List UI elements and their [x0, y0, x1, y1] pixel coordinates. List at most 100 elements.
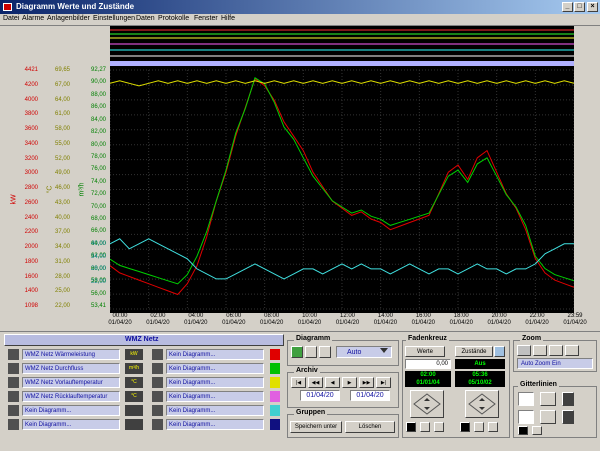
axis-kw-tick: 3600	[24, 126, 38, 132]
zoom-in-icon[interactable]	[549, 345, 563, 356]
axis-degc-label: °C	[46, 185, 54, 194]
print-icon[interactable]	[305, 346, 317, 358]
crosshair-down-icon[interactable]	[420, 422, 430, 432]
delete-button[interactable]: Löschen	[345, 421, 395, 433]
crosshair-right-icon-2[interactable]	[488, 422, 498, 432]
menu-bar: Datei Alarme Anlagenbilder Einstellungen…	[0, 14, 600, 26]
channel-name[interactable]: Kein Diagramm...	[166, 377, 264, 388]
chart-svg[interactable]	[109, 26, 575, 313]
channel-menu-icon[interactable]	[8, 377, 19, 388]
channel-color-swatch[interactable]	[270, 363, 280, 374]
grid-color-1[interactable]	[562, 392, 574, 406]
auto-zoom-select[interactable]: Auto Zoom Ein	[517, 358, 593, 369]
axis-kw-tick: 4421	[24, 67, 38, 73]
menu-hilfe[interactable]: Hilfe	[221, 15, 235, 22]
grid-style-1-icon[interactable]	[518, 392, 534, 406]
channel-menu-icon[interactable]	[152, 377, 163, 388]
channel-color-swatch[interactable]	[270, 405, 280, 416]
channel-color-swatch[interactable]	[270, 349, 280, 360]
zoom-hand-icon[interactable]	[565, 345, 579, 356]
axis-m3h-tick: 74,00	[90, 178, 106, 185]
channel-color-swatch[interactable]	[270, 377, 280, 388]
channel-name[interactable]: Kein Diagramm...	[166, 363, 264, 374]
channel-name[interactable]: WMZ Netz Wärmeleistung	[22, 349, 120, 360]
channel-name[interactable]: Kein Diagramm...	[166, 391, 264, 402]
crosshair-down-icon-2[interactable]	[474, 422, 484, 432]
axis-kw-label: kW	[10, 194, 18, 205]
refresh-icon[interactable]	[291, 346, 303, 358]
channel-menu-icon[interactable]	[8, 349, 19, 360]
channel-menu-icon[interactable]	[152, 391, 163, 402]
axis-degc-tick: 61,00	[54, 111, 70, 118]
archiv-date-from[interactable]: 01/04/20	[300, 390, 340, 401]
archiv-date-to[interactable]: 01/04/20	[350, 390, 390, 401]
channel-menu-icon[interactable]	[152, 363, 163, 374]
channel-menu-icon[interactable]	[8, 391, 19, 402]
channel-name[interactable]: Kein Diagramm...	[22, 405, 120, 416]
grid-style-3-icon[interactable]	[518, 410, 534, 424]
axis-kw-tick: 3000	[24, 170, 38, 177]
channel-menu-icon[interactable]	[8, 419, 19, 430]
archiv-nav-button[interactable]: ▶▶	[359, 377, 374, 388]
maximize-button[interactable]: □	[574, 2, 585, 12]
channel-name[interactable]: Kein Diagramm...	[166, 405, 264, 416]
chevron-down-icon[interactable]	[380, 348, 388, 353]
channel-name[interactable]: Kein Diagramm...	[166, 349, 264, 360]
save-as-button[interactable]: Speichern unter	[290, 421, 342, 433]
axis-rl-tick: 40,00	[90, 241, 106, 247]
crosshair-pad-right[interactable]	[465, 390, 499, 418]
archiv-nav-button[interactable]: ◀◀	[308, 377, 323, 388]
grid-style-2-icon[interactable]	[540, 392, 556, 406]
minimize-button[interactable]: _	[562, 2, 573, 12]
archiv-nav-button[interactable]: |◀	[291, 377, 306, 388]
archiv-nav-button[interactable]: ▶|	[376, 377, 391, 388]
axis-rl-tick: 22,00	[90, 279, 106, 285]
menu-fenster[interactable]: Fenster	[194, 15, 218, 22]
crosshair-right-icon[interactable]	[434, 422, 444, 432]
menu-protokolle[interactable]: Protokolle	[158, 15, 189, 22]
channel-menu-icon[interactable]	[152, 419, 163, 430]
grid-color-3[interactable]	[518, 426, 528, 435]
menu-daten[interactable]: Daten	[136, 15, 155, 22]
channel-name[interactable]: WMZ Netz Vorlauftemperatur	[22, 377, 120, 388]
archiv-nav-button[interactable]: ▶	[342, 377, 357, 388]
channel-name[interactable]: WMZ Netz Rücklauftemperatur	[22, 391, 120, 402]
crosshair-color-1[interactable]	[406, 422, 416, 432]
channel-color-swatch[interactable]	[270, 419, 280, 430]
close-button[interactable]: ×	[587, 2, 598, 12]
menu-einstellungen[interactable]: Einstellungen	[93, 15, 135, 22]
grid-style-4-icon[interactable]	[540, 410, 556, 424]
crosshair-pad-left[interactable]	[410, 390, 444, 418]
axis-kw-tick: 2200	[24, 229, 38, 236]
channel-name[interactable]: Kein Diagramm...	[166, 419, 264, 430]
axis-m3h-tick: 78,00	[90, 153, 106, 160]
menu-anlagenbilder[interactable]: Anlagenbilder	[47, 15, 90, 22]
menu-alarme[interactable]: Alarme	[22, 15, 44, 22]
axis-degc-tick: 58,00	[54, 126, 70, 132]
zoom-pan-icon[interactable]	[533, 345, 547, 356]
axis-kw-tick: 2000	[24, 244, 38, 250]
zoom-cross-icon[interactable]	[517, 345, 531, 356]
menu-datei[interactable]: Datei	[3, 15, 19, 22]
grid-down-icon[interactable]	[532, 426, 542, 435]
channel-unit	[125, 405, 143, 416]
werte-button[interactable]: Werte	[405, 346, 445, 357]
crosshair-color-2[interactable]	[460, 422, 470, 432]
crosshair-toggle-icon[interactable]	[494, 346, 505, 357]
zustaende-button[interactable]: Zustände	[455, 346, 493, 357]
channel-menu-icon[interactable]	[152, 349, 163, 360]
channel-color-swatch[interactable]	[270, 391, 280, 402]
axis-kw-tick: 4000	[24, 96, 38, 103]
chart-plot-area[interactable]	[109, 26, 575, 313]
axis-m3h-tick: 82,00	[90, 129, 106, 136]
channel-menu-icon[interactable]	[8, 363, 19, 374]
channel-menu-icon[interactable]	[8, 405, 19, 416]
window-icon[interactable]	[319, 346, 331, 358]
grid-color-2[interactable]	[562, 410, 574, 424]
channel-name[interactable]: WMZ Netz Durchfluss	[22, 363, 120, 374]
channel-name[interactable]: Kein Diagramm...	[22, 419, 120, 430]
axis-degc-tick: 49,00	[54, 170, 70, 177]
channel-menu-icon[interactable]	[152, 405, 163, 416]
axis-m3h-tick: 86,00	[90, 104, 106, 111]
archiv-nav-button[interactable]: ◀	[325, 377, 340, 388]
